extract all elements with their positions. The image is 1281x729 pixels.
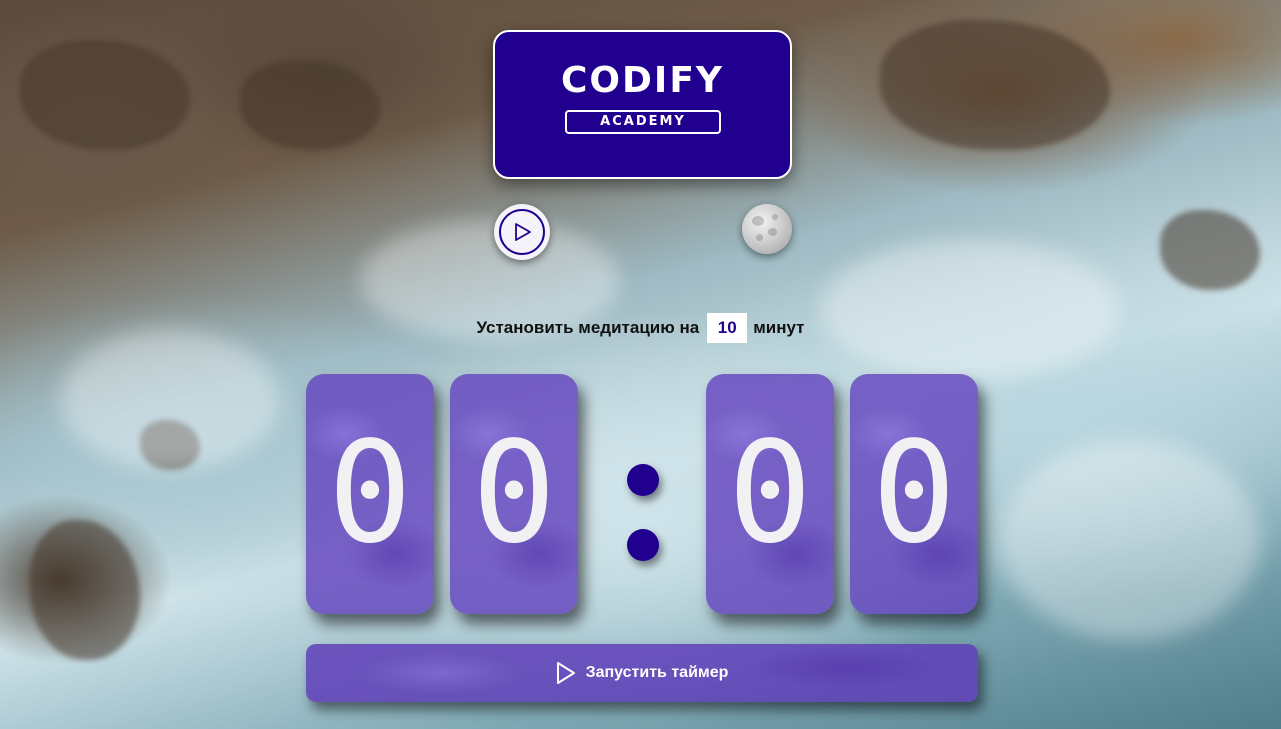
logo-card: CODIFY ACADEMY	[493, 30, 792, 179]
play-outline-icon	[515, 223, 531, 241]
background-rock	[880, 20, 1110, 150]
timer-colon-bottom	[627, 529, 659, 561]
timer-colon-top	[627, 464, 659, 496]
background-rock	[30, 520, 140, 660]
start-timer-label: Запустить таймер	[585, 664, 729, 681]
meditation-suffix-label: минут	[753, 318, 805, 337]
timer-seconds-ones: 0	[850, 374, 978, 614]
background-foam	[820, 240, 1120, 380]
start-timer-button[interactable]: Запустить таймер	[306, 644, 978, 702]
timer-seconds-tens: 0	[706, 374, 834, 614]
timer-minutes-ones: 0	[450, 374, 578, 614]
meditation-setting-row: Установить медитацию на 10 минут	[0, 312, 1281, 344]
logo-wordmark: CODIFY	[561, 60, 724, 101]
background-foam	[60, 330, 280, 470]
logo-subtitle: ACADEMY	[565, 110, 721, 134]
timer-minutes-tens: 0	[306, 374, 434, 614]
minutes-input[interactable]: 10	[707, 313, 748, 343]
meditation-prefix-label: Установить медитацию на	[476, 318, 700, 337]
background-rock	[1160, 210, 1260, 290]
moon-theme-button[interactable]	[742, 204, 792, 254]
play-sound-button[interactable]	[494, 204, 550, 260]
background-rock	[20, 40, 190, 150]
background-rock	[240, 60, 380, 150]
background-foam	[1000, 440, 1260, 640]
play-outline-icon	[556, 662, 575, 684]
